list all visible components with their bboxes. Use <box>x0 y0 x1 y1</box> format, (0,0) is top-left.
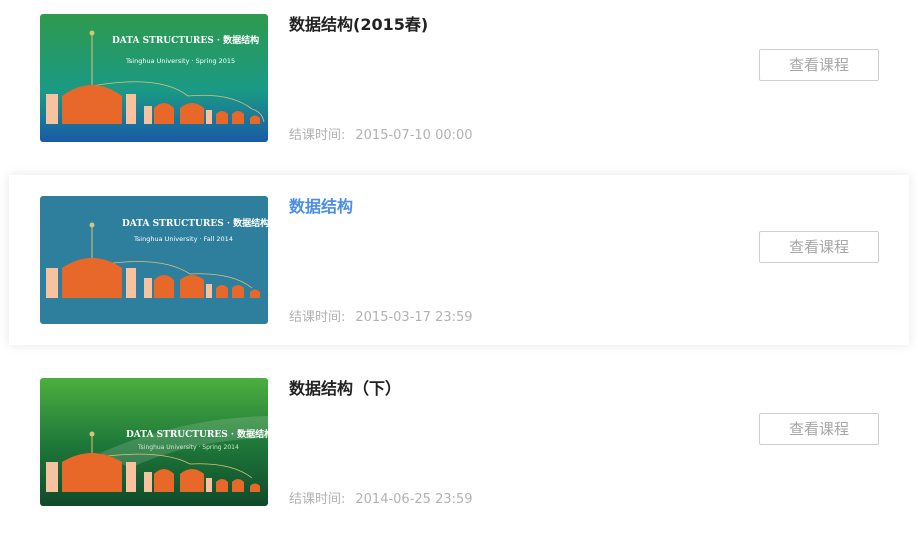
tree-root-node <box>89 30 95 36</box>
pillar <box>126 94 136 124</box>
end-time-label: 结课时间: <box>289 310 346 325</box>
dome-building-small <box>232 479 244 492</box>
cover-heading: DATA STRUCTURES · 数据结构 <box>122 217 268 229</box>
dome-building-medium <box>180 469 204 492</box>
tree-root-node <box>89 431 95 437</box>
cover-subheading: Tsinghua University · Spring 2015 <box>125 57 235 65</box>
dome-building-medium <box>154 103 174 124</box>
dome-building-medium <box>180 103 204 124</box>
pillar <box>126 268 136 298</box>
dome-building-small <box>232 111 244 124</box>
course-title[interactable]: 数据结构（下） <box>289 375 401 399</box>
course-end-time: 结课时间: 2015-03-17 23:59 <box>289 306 473 325</box>
cover-heading: DATA STRUCTURES · 数据结构 <box>112 34 259 46</box>
dome-building-small <box>216 285 228 298</box>
pillar <box>144 106 152 124</box>
dome-building-small <box>232 285 244 298</box>
pillar <box>144 278 152 298</box>
end-time-value: 2015-07-10 00:00 <box>355 128 473 143</box>
pillar <box>206 110 212 124</box>
course-end-time: 结课时间: 2014-06-25 23:59 <box>289 488 473 507</box>
course-cover-image: DATA STRUCTURES · 数据结构 Tsinghua Universi… <box>40 378 268 506</box>
pillar <box>206 478 212 492</box>
course-cover-image: DATA STRUCTURES · 数据结构 Tsinghua Universi… <box>40 196 268 324</box>
course-thumbnail[interactable]: DATA STRUCTURES · 数据结构 Tsinghua Universi… <box>40 378 268 506</box>
dome-building-large <box>62 258 122 298</box>
end-time-label: 结课时间: <box>289 492 346 507</box>
view-course-button[interactable]: 查看课程 <box>759 49 879 81</box>
pillar <box>126 462 136 492</box>
course-cover-image: DATA STRUCTURES · 数据结构 Tsinghua Universi… <box>40 14 268 142</box>
course-title[interactable]: 数据结构(2015春) <box>289 11 428 35</box>
dome-building-tiny <box>250 115 260 124</box>
dome-building-large <box>62 85 122 124</box>
pillar <box>144 472 152 492</box>
dome-building-medium <box>154 275 174 298</box>
cover-background <box>40 196 268 324</box>
course-thumbnail[interactable]: DATA STRUCTURES · 数据结构 Tsinghua Universi… <box>40 196 268 324</box>
dome-building-tiny <box>250 483 260 492</box>
pillar <box>46 94 58 124</box>
end-time-value: 2014-06-25 23:59 <box>355 492 473 507</box>
pillar <box>46 268 58 298</box>
pillar <box>46 462 58 492</box>
course-title[interactable]: 数据结构 <box>289 193 353 217</box>
cover-subheading: Tsinghua University · Spring 2014 <box>137 444 239 451</box>
end-time-value: 2015-03-17 23:59 <box>355 310 473 325</box>
course-card: DATA STRUCTURES · 数据结构 Tsinghua Universi… <box>9 0 909 163</box>
dome-building-small <box>216 111 228 124</box>
dome-building-medium <box>154 469 174 492</box>
course-end-time: 结课时间: 2015-07-10 00:00 <box>289 124 473 143</box>
pillar <box>206 284 212 298</box>
dome-building-large <box>62 453 122 492</box>
view-course-button[interactable]: 查看课程 <box>759 413 879 445</box>
course-card: DATA STRUCTURES · 数据结构 Tsinghua Universi… <box>9 357 909 527</box>
dome-building-small <box>216 479 228 492</box>
course-thumbnail[interactable]: DATA STRUCTURES · 数据结构 Tsinghua Universi… <box>40 14 268 142</box>
end-time-label: 结课时间: <box>289 128 346 143</box>
dome-building-tiny <box>250 289 260 298</box>
cover-heading: DATA STRUCTURES · 数据结构 <box>126 428 268 440</box>
dome-building-medium <box>180 275 204 298</box>
course-list: DATA STRUCTURES · 数据结构 Tsinghua Universi… <box>0 0 918 548</box>
cover-subheading: Tsinghua University · Fall 2014 <box>133 235 233 243</box>
course-card: DATA STRUCTURES · 数据结构 Tsinghua Universi… <box>9 175 909 345</box>
tree-root-node <box>89 222 95 228</box>
view-course-button[interactable]: 查看课程 <box>759 231 879 263</box>
